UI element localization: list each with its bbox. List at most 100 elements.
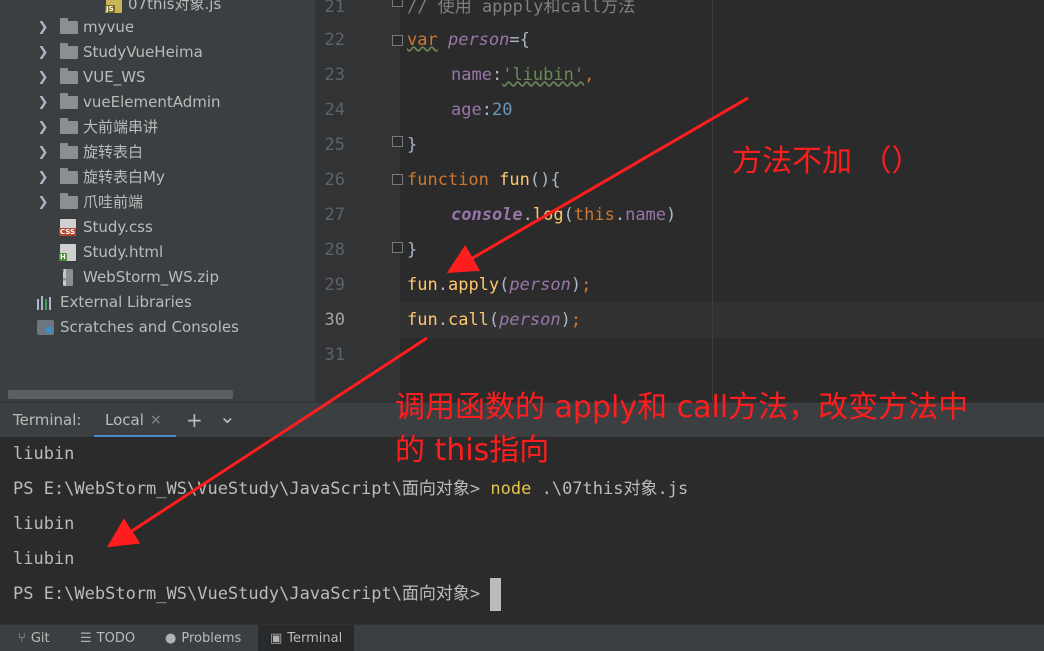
- line-number: 21: [324, 0, 345, 17]
- code-line-22: var person={: [407, 30, 530, 50]
- tree-item-folder-vueelementadmin[interactable]: ❯ vueElementAdmin: [0, 90, 315, 115]
- tree-item-folder[interactable]: ❯ 旋转表白My: [0, 165, 315, 190]
- annotation-note-apply-call-line2: 的 this指向: [395, 433, 550, 468]
- terminal-tool-button[interactable]: ▣ Terminal: [258, 625, 354, 651]
- fold-marker-icon[interactable]: [392, 242, 403, 253]
- horizontal-scrollbar[interactable]: [8, 390, 233, 399]
- chevron-right-icon[interactable]: ❯: [36, 165, 50, 190]
- code-line-28: }: [407, 240, 418, 260]
- line-number: 27: [324, 205, 345, 225]
- terminal-cursor: [490, 577, 502, 611]
- todo-tool-button[interactable]: ☰ TODO: [80, 625, 135, 651]
- problems-icon: ●: [165, 631, 177, 646]
- line-number: 29: [324, 275, 345, 295]
- code-line-21: // 使用 appply和call方法: [407, 0, 636, 17]
- git-branch-icon: ⑂: [18, 631, 26, 646]
- close-tab-icon[interactable]: ×: [150, 403, 162, 438]
- fold-marker-icon[interactable]: [392, 174, 403, 185]
- chevron-right-icon[interactable]: ❯: [36, 90, 50, 115]
- js-file-icon: JS: [105, 0, 122, 13]
- line-number: 23: [324, 65, 345, 85]
- tree-item-folder[interactable]: ❯ 旋转表白: [0, 140, 315, 165]
- annotation-note-no-parens: 方法不加 （）: [732, 144, 922, 179]
- tree-item-label: WebStorm_WS.zip: [83, 268, 219, 286]
- tree-item-folder[interactable]: ❯ 大前端串讲: [0, 115, 315, 140]
- css-file-icon: CSS: [59, 219, 77, 236]
- tree-item-external-libraries[interactable]: External Libraries: [0, 290, 315, 315]
- zip-file-icon: [63, 269, 73, 286]
- line-number: 24: [324, 100, 345, 120]
- chevron-right-icon[interactable]: ❯: [36, 40, 50, 65]
- tree-item-folder-studyvueheima[interactable]: ❯ StudyVueHeima: [0, 40, 315, 65]
- new-terminal-button[interactable]: +: [186, 403, 203, 438]
- fold-marker-icon[interactable]: [392, 0, 403, 7]
- right-margin-guide: [712, 0, 713, 402]
- terminal-line: PS E:\WebStorm_WS\VueStudy\JavaScript\面向…: [13, 479, 689, 499]
- code-line-29: fun.apply(person);: [407, 275, 592, 295]
- fold-marker-icon[interactable]: [392, 136, 403, 147]
- tree-item-folder-vue-ws[interactable]: ❯ VUE_WS: [0, 65, 315, 90]
- folder-icon: [60, 68, 78, 84]
- chevron-right-icon[interactable]: ❯: [36, 140, 50, 165]
- terminal-tab-local[interactable]: Local ×: [94, 403, 176, 438]
- tree-item-label: External Libraries: [60, 293, 192, 311]
- html-file-icon: H: [59, 244, 76, 261]
- tree-item-label: 爪哇前端: [83, 193, 144, 211]
- tree-item-label: StudyVueHeima: [83, 43, 203, 61]
- fold-marker-icon[interactable]: [392, 35, 403, 46]
- chevron-right-icon[interactable]: ❯: [36, 190, 50, 215]
- folder-icon: [60, 193, 78, 209]
- tool-window-bar: ⑂ Git ☰ TODO ● Problems ▣ Terminal: [0, 624, 1044, 651]
- line-number: 25: [324, 135, 345, 155]
- terminal-line: liubin: [13, 514, 75, 534]
- folder-icon: [60, 143, 78, 159]
- tree-item-folder-myvue[interactable]: ❯ myvue: [0, 15, 315, 40]
- tree-item-label: Study.html: [83, 243, 164, 261]
- folder-icon: [60, 118, 78, 134]
- folder-icon: [60, 18, 78, 34]
- tree-item-label: Scratches and Consoles: [60, 318, 239, 336]
- terminal-icon: ▣: [270, 631, 283, 646]
- tree-item-label: 旋转表白: [83, 143, 144, 161]
- scratches-icon: [37, 320, 54, 335]
- terminal-prompt-line[interactable]: PS E:\WebStorm_WS\VueStudy\JavaScript\面向…: [13, 577, 502, 612]
- line-number-current: 30: [324, 310, 345, 330]
- code-line-26: function fun(){: [407, 170, 561, 190]
- tree-item-label: vueElementAdmin: [83, 93, 221, 111]
- problems-tool-button[interactable]: ● Problems: [165, 625, 241, 651]
- tree-item-file-study-html[interactable]: H Study.html: [0, 240, 315, 265]
- chevron-right-icon[interactable]: ❯: [36, 15, 50, 40]
- terminal-dropdown-button[interactable]: ⌄: [219, 399, 236, 434]
- list-icon: ☰: [80, 631, 92, 646]
- line-number: 28: [324, 240, 345, 260]
- code-line-27: console.log(this.name): [451, 205, 677, 225]
- git-tool-button[interactable]: ⑂ Git: [18, 625, 50, 651]
- tree-item-label: 大前端串讲: [83, 118, 159, 136]
- folder-icon: [60, 93, 78, 109]
- code-line-24: age:20: [451, 100, 513, 120]
- code-line-23: name:'liubin',: [451, 65, 595, 85]
- tree-item-folder[interactable]: ❯ 爪哇前端: [0, 190, 315, 215]
- chevron-right-icon[interactable]: ❯: [36, 65, 50, 90]
- chevron-right-icon[interactable]: ❯: [36, 115, 50, 140]
- line-number: 31: [324, 345, 345, 365]
- library-icon: [37, 296, 55, 310]
- terminal-line: liubin: [13, 444, 75, 464]
- tree-item-label: VUE_WS: [83, 68, 146, 86]
- project-tree-panel: JS 07this对象.js ❯ myvue ❯ StudyVueHeima ❯…: [0, 0, 315, 402]
- tree-item-label: 旋转表白My: [83, 168, 165, 186]
- tree-item-file-study-css[interactable]: CSS Study.css: [0, 215, 315, 240]
- annotation-note-apply-call-line1: 调用函数的 apply和 call方法，改变方法中: [395, 390, 969, 425]
- tree-item-file-zip[interactable]: WebStorm_WS.zip: [0, 265, 315, 290]
- line-number: 22: [324, 30, 345, 50]
- tree-item-label: myvue: [83, 18, 135, 36]
- code-line-30: fun.call(person);: [407, 310, 582, 330]
- terminal-line: liubin: [13, 549, 75, 569]
- folder-icon: [60, 43, 78, 59]
- terminal-title: Terminal:: [13, 411, 82, 429]
- code-editor[interactable]: 21 22 23 24 25 26 27 28 29 30 31 // 使用 a…: [315, 0, 1044, 402]
- code-line-25: }: [407, 135, 418, 155]
- folder-icon: [60, 168, 78, 184]
- tree-item-scratches[interactable]: Scratches and Consoles: [0, 315, 315, 340]
- tree-item-label: Study.css: [83, 218, 153, 236]
